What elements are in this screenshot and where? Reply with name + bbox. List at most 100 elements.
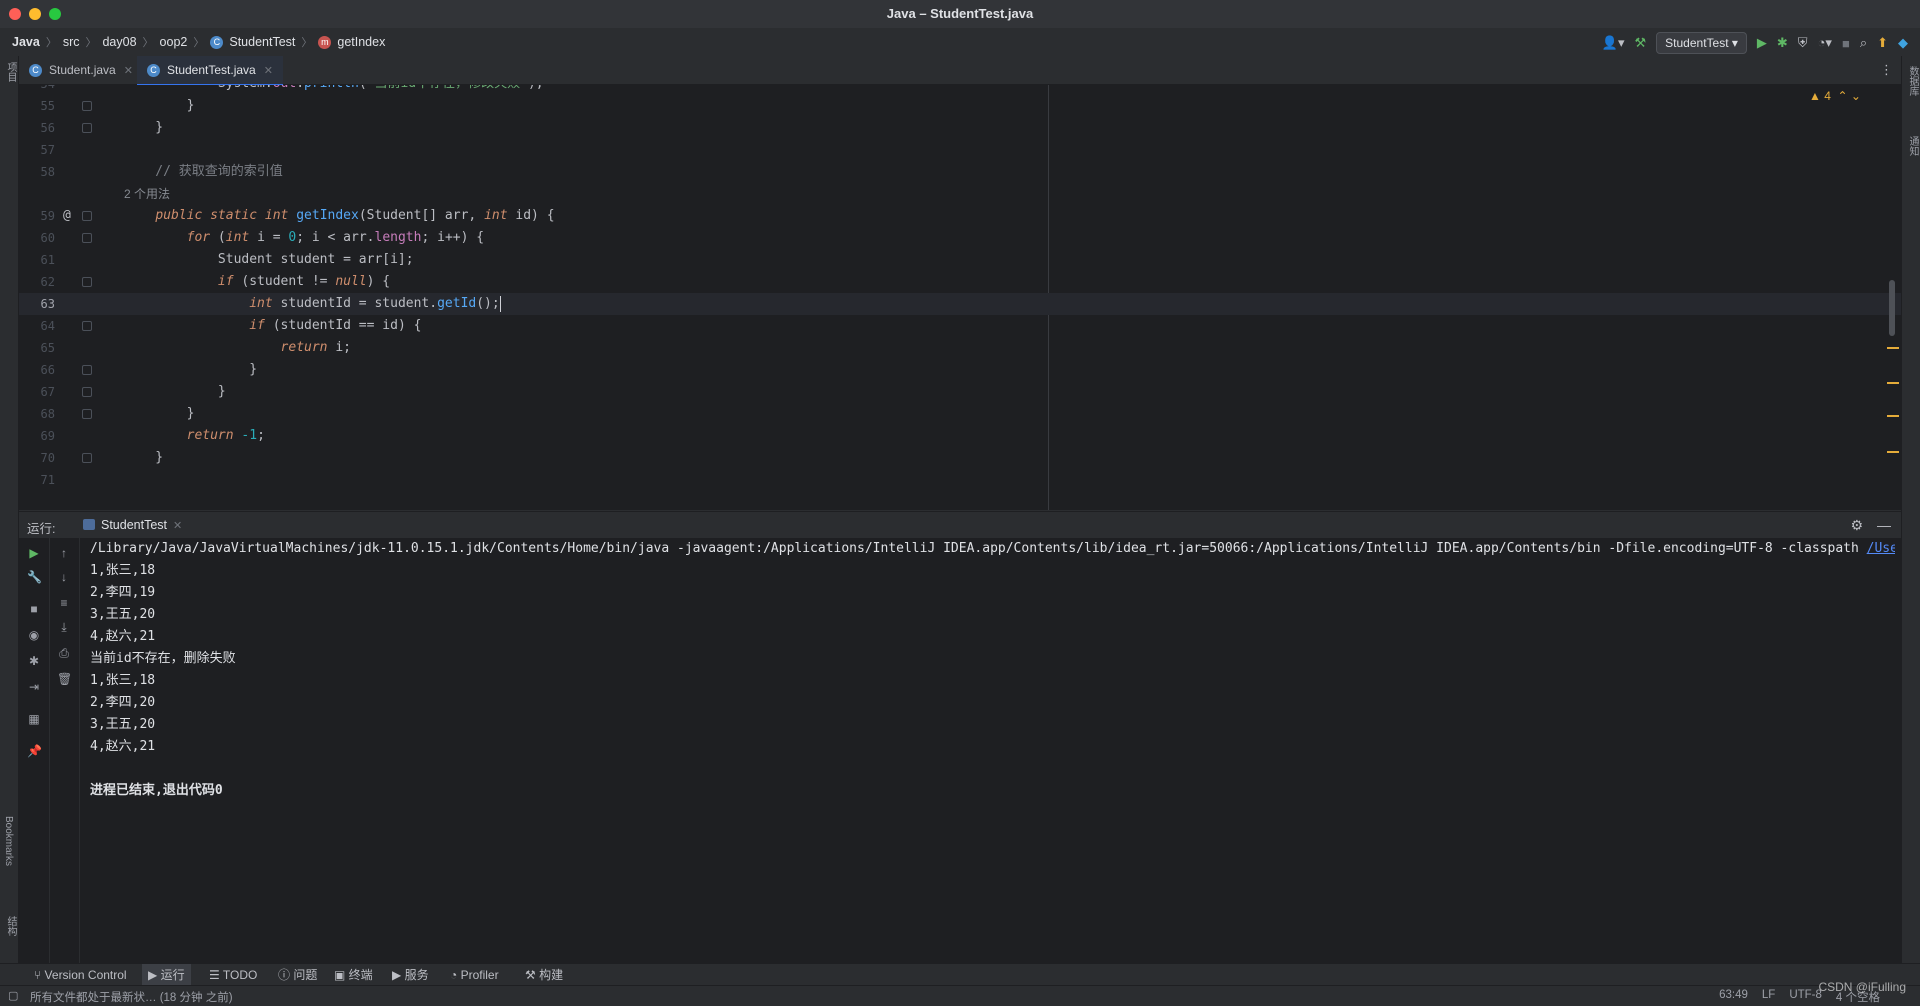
- fold-toggle-icon[interactable]: [82, 365, 92, 375]
- breadcrumb-item-day08[interactable]: day08: [102, 35, 136, 49]
- fold-toggle-icon[interactable]: [82, 453, 92, 463]
- user-icon[interactable]: 👤▾: [1602, 35, 1625, 51]
- profiler-icon[interactable]: ◔▾: [1818, 35, 1832, 51]
- minimize-icon[interactable]: —: [1877, 517, 1891, 534]
- code-line[interactable]: 64 if (studentId == id) {: [19, 315, 1901, 337]
- exit-icon[interactable]: ⇥: [27, 680, 41, 694]
- stop-icon[interactable]: ■: [1842, 36, 1850, 51]
- fold-toggle-icon[interactable]: [82, 409, 92, 419]
- services-tool-button[interactable]: ▶ 服务: [386, 964, 435, 986]
- pin-icon[interactable]: 📌: [27, 744, 42, 758]
- warning-marker[interactable]: [1887, 415, 1899, 417]
- coverage-icon[interactable]: ⛨: [1798, 35, 1808, 51]
- problems-tool-button[interactable]: ⓘ 问题: [272, 964, 323, 986]
- code-line[interactable]: 58 // 获取查询的索引值: [19, 161, 1901, 183]
- code-line[interactable]: 54 System.out.println("当前id不存在，修改失败");: [19, 85, 1901, 95]
- version-control-tool-button[interactable]: ⑂ Version Control: [28, 964, 133, 986]
- code-editor[interactable]: 54 System.out.println("当前id不存在，修改失败");55…: [19, 85, 1901, 510]
- fold-toggle-icon[interactable]: [82, 277, 92, 287]
- soft-wrap-icon[interactable]: ≡: [57, 596, 71, 610]
- gear-icon[interactable]: ⚙: [1850, 517, 1863, 534]
- run-tab-studenttest[interactable]: StudentTest ✕: [77, 512, 193, 540]
- code-text: int studentId = student.getId();: [249, 295, 501, 312]
- code-line[interactable]: 71: [19, 469, 1901, 491]
- usage-hint-line[interactable]: 2 个用法: [19, 183, 1901, 205]
- close-tab-icon[interactable]: ✕: [124, 65, 133, 77]
- editor-scrollbar[interactable]: [1889, 280, 1895, 336]
- notifications-tool-button[interactable]: 通知: [1905, 136, 1920, 156]
- build-hammer-icon[interactable]: ⚒: [1635, 35, 1647, 51]
- bug-icon[interactable]: ✱: [27, 654, 41, 668]
- more-options-icon[interactable]: ⋮: [1880, 62, 1893, 78]
- classpath-link[interactable]: /User: [1867, 541, 1895, 556]
- fold-toggle-icon[interactable]: [82, 233, 92, 243]
- code-line[interactable]: 56 }: [19, 117, 1901, 139]
- usage-hint[interactable]: 2 个用法: [124, 183, 170, 205]
- warning-marker[interactable]: [1887, 382, 1899, 384]
- code-line[interactable]: 65 return i;: [19, 337, 1901, 359]
- code-line[interactable]: 62 if (student != null) {: [19, 271, 1901, 293]
- breadcrumb-item-src[interactable]: src: [63, 35, 80, 49]
- warning-marker[interactable]: [1887, 451, 1899, 453]
- todo-tool-button[interactable]: ☰ TODO: [203, 964, 263, 986]
- breadcrumb-item-class[interactable]: StudentTest: [229, 35, 295, 49]
- rerun-icon[interactable]: ▶: [27, 546, 41, 560]
- code-line[interactable]: 55 }: [19, 95, 1901, 117]
- code-line[interactable]: 59 @ public static int getIndex(Student[]…: [19, 205, 1901, 227]
- code-line[interactable]: 63 int studentId = student.getId();: [19, 293, 1901, 315]
- update-icon[interactable]: ⬆: [1877, 35, 1888, 51]
- code-line[interactable]: 61 Student student = arr[i];: [19, 249, 1901, 271]
- code-line[interactable]: 66 }: [19, 359, 1901, 381]
- print-icon[interactable]: ⎙: [57, 646, 71, 660]
- structure-tool-button[interactable]: 结构: [3, 916, 18, 936]
- run-configuration-select[interactable]: StudentTest ▾: [1656, 32, 1747, 54]
- code-line[interactable]: 68 }: [19, 403, 1901, 425]
- caret-position[interactable]: 63:49: [1719, 989, 1748, 1005]
- code-line[interactable]: 67 }: [19, 381, 1901, 403]
- camera-icon[interactable]: ◉: [27, 628, 41, 642]
- close-tab-icon[interactable]: ✕: [173, 520, 182, 532]
- breadcrumb-item-method[interactable]: getIndex: [337, 35, 385, 49]
- breadcrumb-item-project[interactable]: Java: [12, 35, 40, 49]
- trash-icon[interactable]: 🗑: [57, 672, 72, 686]
- tab-studenttest-java[interactable]: C StudentTest.java ✕: [137, 56, 283, 86]
- scroll-to-end-icon[interactable]: ⤓: [57, 620, 71, 634]
- code-line[interactable]: 70 }: [19, 447, 1901, 469]
- wrench-icon[interactable]: 🔧: [27, 570, 42, 584]
- implementation-marker-icon[interactable]: @: [63, 205, 71, 227]
- run-label: 运行:: [27, 522, 56, 536]
- terminal-tool-button[interactable]: ▣ 终端: [328, 964, 379, 986]
- warning-indicator[interactable]: ▲ 4 ⌃ ⌄: [1809, 89, 1861, 103]
- arrow-up-icon[interactable]: ↑: [57, 546, 71, 560]
- fold-toggle-icon[interactable]: [82, 123, 92, 133]
- code-line[interactable]: 69 return -1;: [19, 425, 1901, 447]
- toolbox-icon[interactable]: ◆: [1898, 35, 1908, 51]
- stop-icon[interactable]: ■: [27, 602, 41, 616]
- fold-toggle-icon[interactable]: [82, 101, 92, 111]
- database-tool-button[interactable]: 数据库: [1905, 66, 1920, 96]
- run-icon[interactable]: ▶: [1757, 35, 1767, 51]
- project-tool-button[interactable]: 项目: [3, 62, 18, 82]
- run-tool-button[interactable]: ▶ 运行: [142, 964, 191, 986]
- profiler-tool-button[interactable]: ◔ Profiler: [444, 964, 505, 986]
- tab-student-java[interactable]: C Student.java ✕: [19, 56, 143, 84]
- debug-icon[interactable]: ✱: [1777, 35, 1788, 51]
- search-icon[interactable]: ⌕: [1860, 35, 1867, 51]
- code-line[interactable]: 60 for (int i = 0; i < arr.length; i++) …: [19, 227, 1901, 249]
- warning-marker[interactable]: [1887, 347, 1899, 349]
- breadcrumb-item-oop2[interactable]: oop2: [160, 35, 188, 49]
- close-tab-icon[interactable]: ✕: [264, 65, 273, 77]
- line-separator[interactable]: LF: [1762, 989, 1775, 1005]
- layout-icon[interactable]: ▦: [27, 712, 41, 726]
- console-output[interactable]: /Library/Java/JavaVirtualMachines/jdk-11…: [90, 538, 1895, 802]
- fold-toggle-icon[interactable]: [82, 387, 92, 397]
- status-panel-icon[interactable]: ▢: [8, 989, 18, 1002]
- status-message[interactable]: 所有文件都处于最新状… (18 分钟 之前): [30, 989, 233, 1005]
- arrow-down-icon[interactable]: ↓: [57, 570, 71, 584]
- fold-toggle-icon[interactable]: [82, 321, 92, 331]
- bookmarks-tool-button[interactable]: Bookmarks: [3, 816, 14, 866]
- build-tool-button[interactable]: ⚒ 构建: [519, 964, 569, 986]
- code-line[interactable]: 57: [19, 139, 1901, 161]
- fold-toggle-icon[interactable]: [82, 211, 92, 221]
- file-encoding[interactable]: UTF-8: [1789, 989, 1822, 1005]
